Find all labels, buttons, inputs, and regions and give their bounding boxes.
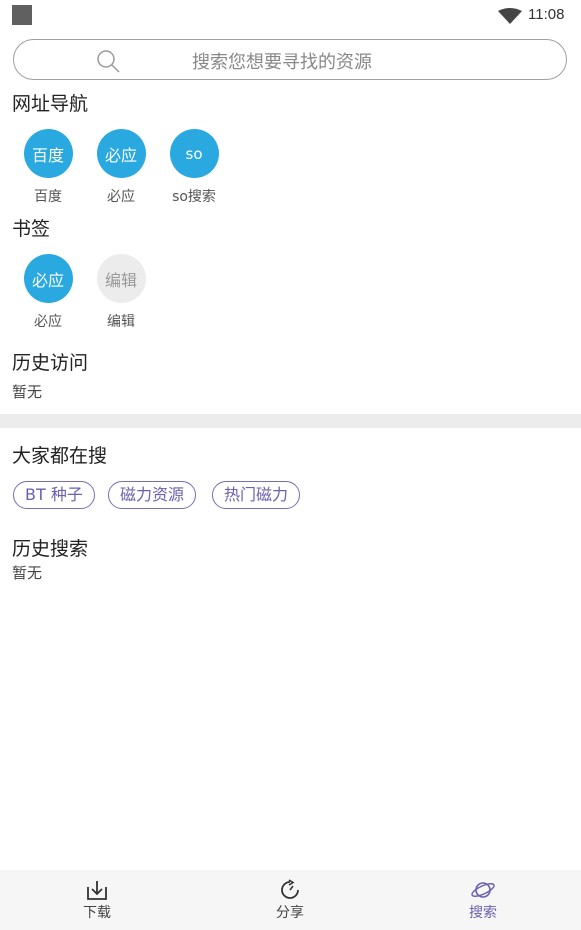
nav-section-title: 网址导航	[12, 93, 89, 115]
nav-item-baidu[interactable]: 百度 百度	[18, 129, 78, 206]
share-icon	[281, 879, 299, 899]
trending-title: 大家都在搜	[12, 445, 108, 467]
history-visits-title: 历史访问	[12, 352, 89, 374]
bookmark-edit-button[interactable]: 编辑 编辑	[91, 254, 151, 331]
notification-icon	[12, 5, 32, 25]
tab-label: 分享	[276, 905, 304, 921]
clock: 11:08	[528, 6, 565, 23]
edit-icon: 编辑	[96, 254, 146, 303]
bing-icon: 必应	[23, 254, 73, 303]
history-visits-empty: 暂无	[12, 383, 43, 401]
history-search-title: 历史搜索	[12, 538, 89, 560]
tab-download[interactable]: 下载	[57, 870, 137, 930]
tab-share[interactable]: 分享	[250, 870, 330, 930]
status-bar: 11:08	[0, 0, 581, 32]
section-divider	[0, 414, 581, 428]
bing-icon: 必应	[96, 129, 146, 178]
history-search-empty: 暂无	[12, 564, 43, 582]
bookmarks-title: 书签	[12, 218, 51, 240]
nav-item-so[interactable]: so so搜索	[164, 129, 224, 206]
planet-icon	[471, 882, 495, 898]
trending-tag[interactable]: BT 种子	[13, 481, 95, 509]
download-icon	[87, 881, 107, 900]
bottom-tab-bar: 下载 分享 搜索	[0, 870, 581, 930]
bookmark-item-bing[interactable]: 必应 必应	[18, 254, 78, 331]
nav-item-bing[interactable]: 必应 必应	[91, 129, 151, 206]
trending-tag[interactable]: 热门磁力	[212, 481, 301, 509]
tab-label: 下载	[83, 905, 111, 921]
search-icon	[97, 50, 120, 73]
nav-item-label: 百度	[34, 189, 62, 205]
bookmark-item-label: 编辑	[107, 314, 135, 330]
baidu-icon: 百度	[23, 129, 73, 178]
nav-item-label: so搜索	[172, 189, 216, 205]
trending-tag[interactable]: 磁力资源	[108, 481, 197, 509]
tab-label: 搜索	[469, 905, 497, 921]
nav-item-label: 必应	[107, 189, 135, 205]
tab-search[interactable]: 搜索	[443, 870, 523, 930]
search-input[interactable]: 搜索您想要寻找的资源	[13, 39, 567, 80]
search-placeholder: 搜索您想要寻找的资源	[192, 52, 372, 73]
bookmark-item-label: 必应	[34, 314, 62, 330]
wifi-icon	[498, 8, 522, 24]
so-icon: so	[169, 129, 219, 178]
